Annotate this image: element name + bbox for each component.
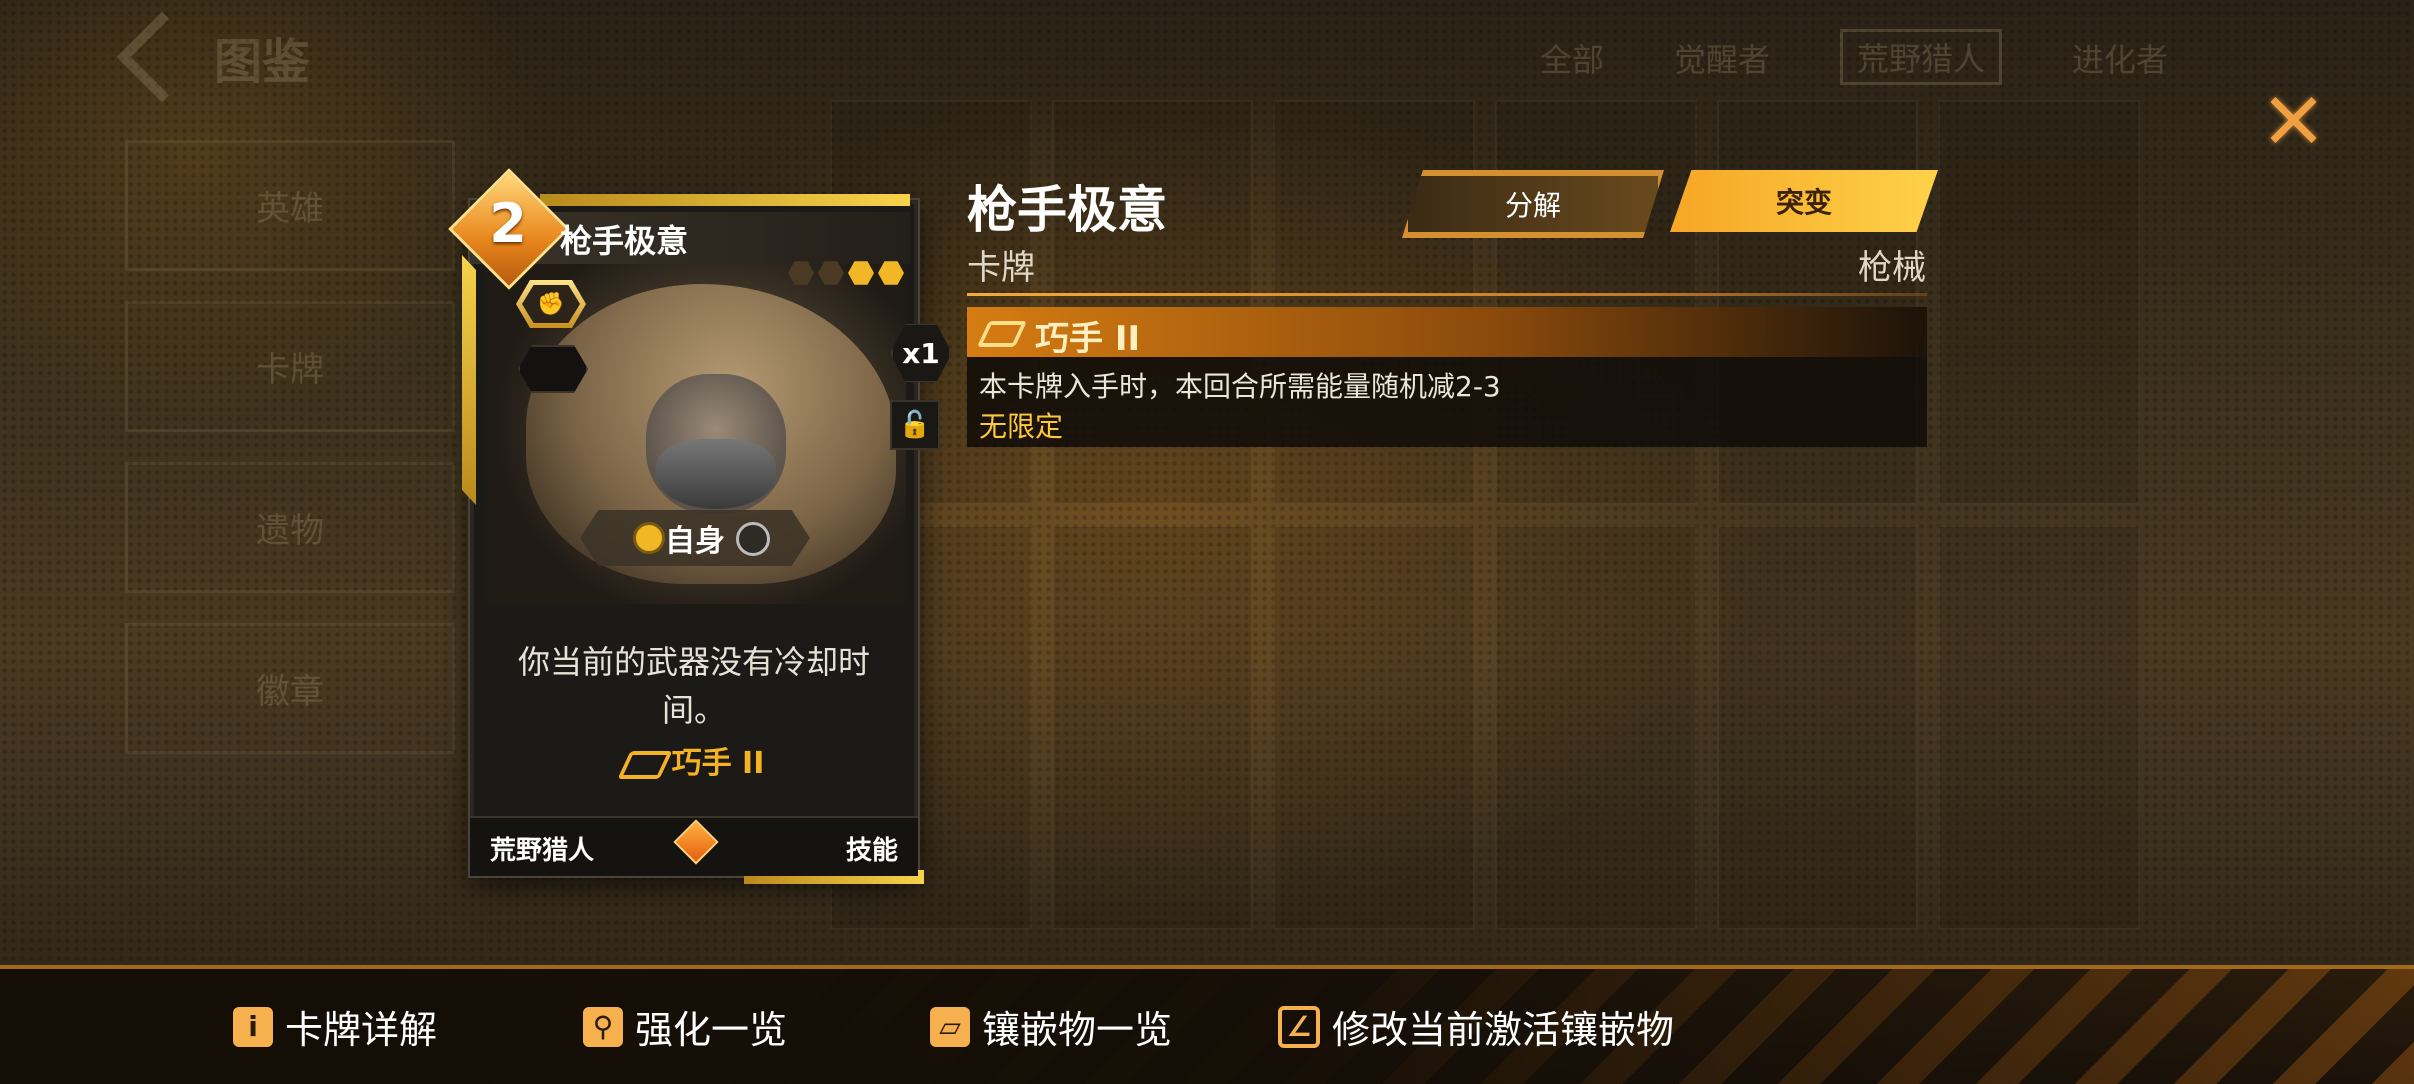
upgrades-button[interactable]: ⚲ 强化一览 [583, 999, 787, 1054]
card-keyword: 巧手 II [470, 738, 918, 782]
sidebar-item-relics: 遗物 [125, 462, 455, 593]
grid-card [1273, 525, 1475, 930]
back-arrow-icon [116, 11, 208, 103]
fist-icon: ✊ [516, 280, 586, 328]
search-icon: ⚲ [583, 1006, 623, 1047]
close-icon[interactable] [2268, 95, 2318, 145]
grid-card [1938, 525, 2140, 930]
keyword-limit: 无限定 [979, 410, 1064, 443]
edit-inlay-label: 修改当前激活镶嵌物 [1332, 1008, 1675, 1052]
card-gold-trim [540, 194, 910, 206]
inlay-icon: ▱ [930, 1006, 970, 1047]
tab-evolver: 进化者 [2072, 41, 2169, 79]
card-gold-trim [462, 255, 476, 505]
info-type: 卡牌 [967, 248, 1035, 288]
background-collection-page: 图鉴 全部 觉醒者 荒野猎人 进化者 英雄 卡牌 遗物 徽章 [0, 0, 2414, 1080]
energy-dot [878, 261, 904, 285]
card-category: 技能 [845, 836, 898, 866]
inlays-button[interactable]: ▱ 镶嵌物一览 [930, 999, 1172, 1054]
upgrades-label: 强化一览 [635, 1008, 788, 1052]
card-description: 你当前的武器没有冷却时间。 [517, 643, 870, 729]
inlay-icon [617, 750, 673, 779]
card-details-label: 卡牌详解 [285, 1008, 438, 1052]
energy-dot [818, 261, 844, 285]
edit-icon: ∠ [1278, 1005, 1320, 1048]
grid-card [1938, 100, 2140, 505]
grid-card [1716, 525, 1919, 930]
info-tag: 枪械 [1858, 248, 1926, 288]
rarity-gem-icon [673, 819, 719, 865]
energy-indicator [788, 260, 904, 286]
art-mask [656, 439, 776, 509]
collection-tabs: 全部 觉醒者 荒野猎人 进化者 [1540, 29, 2169, 85]
edit-inlay-button[interactable]: ∠ 修改当前激活镶嵌物 [1278, 999, 1674, 1054]
decompose-button[interactable]: 分解 [1402, 170, 1664, 238]
inlays-label: 镶嵌物一览 [982, 1008, 1173, 1052]
card-footer: 荒野猎人 技能 [470, 816, 918, 876]
empty-slot-icon [518, 345, 588, 393]
tab-wild-hunter: 荒野猎人 [1840, 29, 2003, 85]
keyword-name: 巧手 II [1035, 319, 1141, 359]
collection-title: 图鉴 [214, 34, 311, 90]
card-class: 荒野猎人 [490, 836, 595, 866]
card-cost: 2 [489, 192, 527, 255]
collection-sidebar: 英雄 卡牌 遗物 徽章 [125, 140, 455, 784]
sidebar-item-cards: 卡牌 [125, 301, 455, 432]
tab-awakener: 觉醒者 [1674, 41, 1771, 79]
energy-dot [788, 261, 814, 285]
divider [967, 293, 1927, 296]
mutate-button[interactable]: 突变 [1670, 170, 1938, 232]
energy-dot [848, 261, 874, 285]
card-name: 枪手极意 [560, 222, 689, 260]
card-detail: 2 枪手极意 ✊ x1 🔓 自身 你当前的武器没有冷却时间。 巧手 II 荒野猎… [448, 168, 952, 884]
bottom-action-bar: i 卡牌详解 ⚲ 强化一览 ▱ 镶嵌物一览 ∠ 修改当前激活镶嵌物 [0, 965, 2414, 1084]
grid-card [1495, 525, 1697, 930]
card-target: 自身 [665, 524, 725, 559]
keyword-box: 巧手 II 本卡牌入手时，本回合所需能量随机减2-3 无限定 [967, 307, 1927, 447]
unlock-icon[interactable]: 🔓 [890, 400, 940, 450]
info-title: 枪手极意 [967, 181, 1167, 239]
tab-all: 全部 [1540, 41, 1605, 79]
info-icon: i [233, 1006, 273, 1047]
sidebar-item-heroes: 英雄 [125, 140, 455, 271]
grid-card [1051, 525, 1254, 930]
keyword-description: 本卡牌入手时，本回合所需能量随机减2-3 [979, 370, 1501, 403]
card-keyword-label: 巧手 II [671, 746, 765, 781]
sidebar-item-badges: 徽章 [125, 623, 455, 754]
card-details-button[interactable]: i 卡牌详解 [233, 999, 437, 1054]
collection-header: 图鉴 [116, 11, 311, 103]
